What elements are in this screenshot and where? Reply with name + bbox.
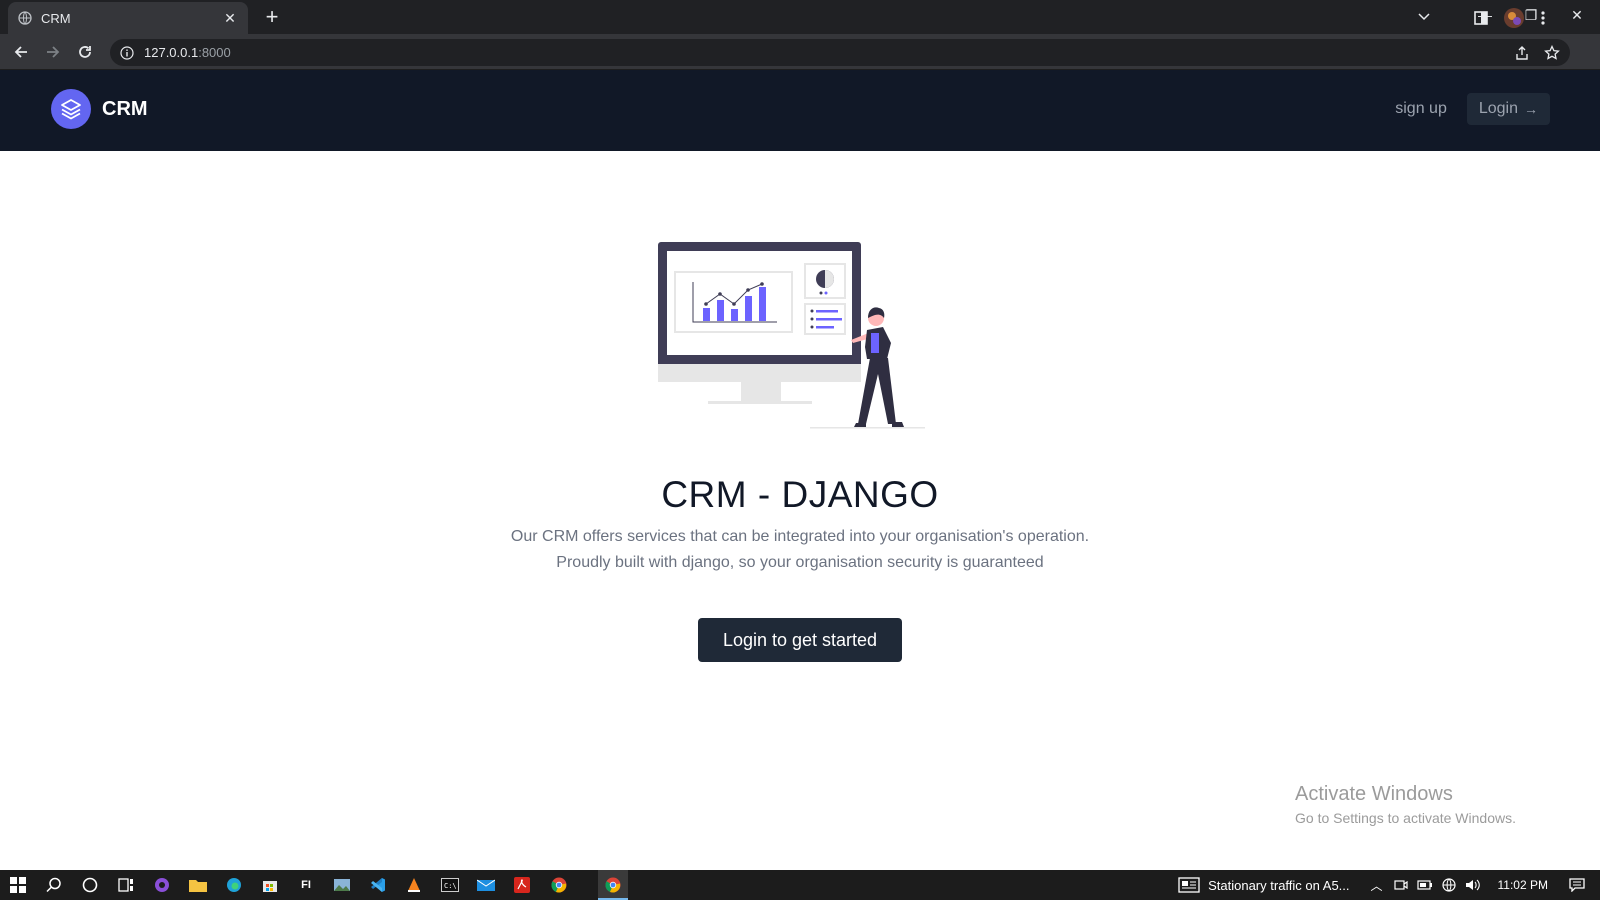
site-navbar: CRM sign up Login →	[0, 70, 1600, 151]
chrome-icon[interactable]	[547, 873, 571, 897]
volume-icon[interactable]	[1464, 876, 1482, 894]
news-icon[interactable]	[1178, 877, 1200, 893]
url-port: :8000	[198, 45, 231, 60]
tab-close-icon[interactable]: ✕	[222, 10, 238, 26]
signup-link[interactable]: sign up	[1395, 100, 1447, 118]
image-app-icon[interactable]	[330, 873, 354, 897]
chrome-active-icon[interactable]	[601, 873, 625, 897]
terminal-icon[interactable]: C:\	[438, 873, 462, 897]
network-globe-icon[interactable]	[1440, 876, 1458, 894]
tab-title: CRM	[41, 10, 71, 26]
back-arrow-icon[interactable]	[9, 40, 33, 64]
vlc-icon[interactable]	[402, 873, 426, 897]
store-icon[interactable]	[258, 873, 282, 897]
hero-title: CRM - DJANGO	[661, 474, 939, 515]
file-explorer-icon[interactable]	[186, 873, 210, 897]
profile-avatar[interactable]	[1503, 5, 1525, 31]
cortana-icon[interactable]	[78, 873, 102, 897]
browser-menu-icon[interactable]	[1540, 5, 1546, 31]
arrow-right-icon: →	[1524, 101, 1538, 117]
task-view-icon[interactable]	[114, 873, 138, 897]
browser-tabstrip: CRM ✕ + — ❐ ✕	[0, 0, 1600, 34]
dashboard-illustration	[658, 242, 925, 429]
watermark-line2: Go to Settings to activate Windows.	[1295, 810, 1516, 826]
url-text: 127.0.0.1:8000	[144, 45, 231, 60]
forward-arrow-icon[interactable]	[41, 40, 65, 64]
brand-name: CRM	[102, 97, 148, 120]
activate-windows-watermark: Activate Windows Go to Settings to activ…	[1295, 783, 1516, 826]
svg-text:C:\: C:\	[444, 882, 457, 890]
tab-search-chevron-icon[interactable]	[1410, 6, 1438, 28]
acrobat-icon[interactable]	[510, 873, 534, 897]
globe-icon	[18, 11, 32, 25]
app-purple-icon[interactable]	[150, 873, 174, 897]
battery-icon[interactable]	[1416, 876, 1434, 894]
url-host: 127.0.0.1	[144, 45, 199, 60]
side-panel-icon[interactable]	[1474, 5, 1488, 31]
browser-tab-crm[interactable]: CRM ✕	[8, 2, 248, 34]
clock[interactable]: 11:02 PM	[1498, 878, 1548, 892]
stack-layers-icon	[51, 89, 91, 129]
watermark-line1: Activate Windows	[1295, 783, 1453, 805]
notification-center-icon[interactable]	[1562, 870, 1592, 900]
search-icon[interactable]	[42, 873, 66, 897]
bookmark-star-icon[interactable]	[1544, 44, 1560, 61]
system-tray: Stationary traffic on A5... ︿ 11:02 PM	[1178, 870, 1600, 900]
login-button[interactable]: Login →	[1466, 93, 1550, 125]
reload-icon[interactable]	[73, 40, 97, 64]
omnibox-actions	[1514, 39, 1570, 66]
close-window-button[interactable]: ✕	[1554, 0, 1600, 30]
login-to-get-started-button[interactable]: Login to get started	[698, 618, 902, 662]
mail-icon[interactable]	[474, 873, 498, 897]
site-info-icon[interactable]	[120, 45, 134, 60]
meet-now-icon[interactable]	[1392, 876, 1410, 894]
vscode-icon[interactable]	[366, 873, 390, 897]
login-label: Login	[1478, 100, 1518, 117]
chevron-up-icon[interactable]: ︿	[1368, 876, 1386, 894]
windows-taskbar: FI C:\ Stationary traffic on A5... ︿ 11:…	[0, 870, 1600, 900]
news-ticker[interactable]: Stationary traffic on A5...	[1208, 878, 1349, 893]
browser-toolbar: 127.0.0.1:8000	[0, 34, 1600, 70]
brand-link[interactable]: CRM	[51, 89, 148, 129]
fi-app-icon[interactable]: FI	[294, 873, 318, 897]
new-tab-button[interactable]: +	[260, 6, 284, 28]
hero-description: Our CRM offers services that can be inte…	[510, 528, 1090, 571]
address-bar[interactable]: 127.0.0.1:8000	[110, 39, 1570, 66]
windows-start-icon[interactable]	[6, 873, 30, 897]
nav-links: sign up Login →	[1395, 93, 1550, 125]
share-icon[interactable]	[1514, 45, 1530, 61]
edge-icon[interactable]	[222, 873, 246, 897]
